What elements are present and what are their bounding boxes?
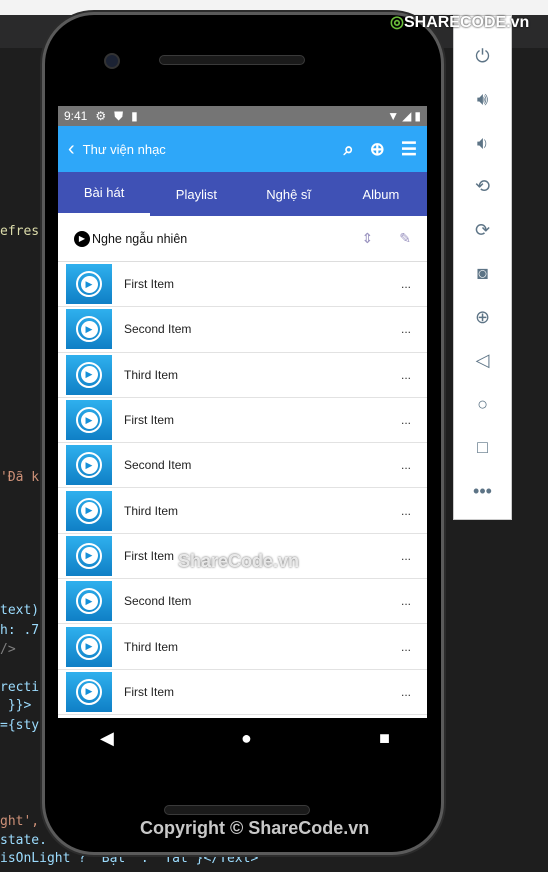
more-button[interactable]: ... [401, 413, 411, 427]
sd-card-icon: ▮ [131, 109, 138, 123]
list-item[interactable]: ▶ First Item... [58, 398, 427, 444]
more-button[interactable]: ... [401, 685, 411, 699]
app-screen: 9:41 ⚙ ⛊ ▮ ▼ ◢ ▮ ‹ Thư viện nhạc ⌕ ⊕ ☰ Bài… [58, 106, 427, 718]
music-thumbnail-icon: ▶ [66, 445, 112, 486]
item-name: First Item [124, 413, 174, 428]
speaker [159, 55, 305, 65]
camera-icon[interactable]: ◙ [477, 260, 488, 288]
edit-icon[interactable]: ✎ [399, 230, 411, 247]
settings-icon: ⚙ [95, 109, 107, 123]
home-icon[interactable]: ○ [477, 390, 488, 418]
watermark: ShareCode.vn [178, 551, 300, 571]
item-name: Second Item [124, 458, 192, 473]
more-button[interactable]: ... [401, 368, 411, 382]
code-line: text) [0, 603, 40, 618]
music-thumbnail-icon: ▶ [66, 581, 112, 622]
item-name: Third Item [124, 503, 179, 518]
more-button[interactable]: ... [401, 640, 411, 654]
tab-album[interactable]: Album [335, 172, 427, 216]
shuffle-row[interactable]: ▶ Nghe ngẫu nhiên ⇕ ✎ [58, 216, 427, 262]
more-button[interactable]: ... [401, 322, 411, 336]
code-line: /> [0, 642, 16, 657]
music-thumbnail-icon: ▶ [66, 535, 112, 576]
power-icon[interactable]: ⏻ [475, 42, 489, 70]
speaker-bottom [164, 805, 310, 815]
item-name: Second Item [124, 322, 192, 337]
code-line: efres [0, 224, 40, 239]
code-line: recti [0, 680, 40, 695]
menu-icon[interactable]: ☰ [401, 139, 417, 160]
music-thumbnail-icon: ▶ [66, 264, 112, 305]
volume-down-icon[interactable]: 🔉︎ [477, 129, 488, 157]
recents-nav-icon[interactable]: ■ [379, 728, 390, 749]
tab-bar: Bài hát Playlist Nghệ sĩ Album [58, 172, 427, 216]
list-item[interactable]: ▶ Third Item... [58, 353, 427, 398]
zoom-in-icon[interactable]: ⊕ [370, 139, 385, 160]
tab-songs[interactable]: Bài hát [58, 172, 151, 216]
music-thumbnail-icon: ▶ [66, 354, 112, 395]
overview-icon[interactable]: □ [477, 434, 488, 462]
back-icon[interactable]: ‹ [68, 138, 75, 161]
list-item[interactable]: ▶ Third Item... [58, 624, 427, 670]
item-name: First Item [124, 548, 174, 563]
signal-icon: ◢ [402, 109, 412, 123]
home-nav-icon[interactable]: ● [241, 728, 252, 749]
more-button[interactable]: ... [401, 504, 411, 518]
android-nav-bar: ◀ ● ■ [100, 728, 390, 749]
list-item[interactable]: ▶ First Item... [58, 670, 427, 715]
tab-artists[interactable]: Nghệ sĩ [243, 172, 335, 216]
status-time: 9:41 [64, 109, 88, 123]
music-thumbnail-icon: ▶ [66, 309, 112, 350]
item-name: Third Item [124, 367, 179, 382]
more-button[interactable]: ... [401, 458, 411, 472]
item-name: First Item [124, 277, 174, 292]
more-button[interactable]: ... [401, 277, 411, 291]
more-button[interactable]: ... [401, 594, 411, 608]
item-name: Third Item [124, 639, 179, 654]
code-line: ght', [0, 814, 40, 829]
status-bar: 9:41 ⚙ ⛊ ▮ ▼ ◢ ▮ [58, 106, 427, 126]
song-list: ▶ First Item... ▶ Second Item... ▶ Third Item… [58, 262, 427, 715]
shield-icon: ⛊ [114, 108, 124, 123]
sharecode-logo: ◎SHARECODE.vn [390, 14, 530, 31]
volume-up-icon[interactable]: 🔊︎ [477, 86, 488, 114]
wifi-icon: ▼ [387, 109, 400, 123]
music-thumbnail-icon: ▶ [66, 400, 112, 441]
list-item[interactable]: ▶ Second Item... [58, 307, 427, 353]
code-line: state. [0, 833, 47, 848]
code-line: h: .7 [0, 623, 40, 638]
code-line: ={sty [0, 718, 40, 733]
more-icon[interactable]: ••• [473, 477, 492, 505]
list-item[interactable]: ▶ Second Item... [58, 443, 427, 489]
code-line: }}> [0, 698, 32, 713]
search-icon[interactable]: ⌕ [344, 139, 354, 160]
list-item[interactable]: ▶ Second Item... [58, 579, 427, 625]
list-item[interactable]: ▶ First Item... [58, 262, 427, 308]
tab-playlist[interactable]: Playlist [150, 172, 242, 216]
music-thumbnail-icon: ▶ [66, 626, 112, 667]
back-icon[interactable]: ◁ [476, 347, 490, 375]
back-nav-icon[interactable]: ◀ [100, 728, 114, 749]
zoom-icon[interactable]: ⊕ [475, 303, 490, 331]
item-name: First Item [124, 684, 174, 699]
rotate-left-icon[interactable]: ⟲ [475, 173, 490, 201]
shuffle-label: Nghe ngẫu nhiên [92, 231, 188, 246]
emulator-toolbar: ⏻ 🔊︎ 🔉︎ ⟲ ⟳ ◙ ⊕ ◁ ○ □ ••• [453, 15, 512, 520]
music-thumbnail-icon: ▶ [66, 671, 112, 712]
page-title: Thư viện nhạc [82, 141, 166, 157]
camera [104, 53, 120, 69]
rotate-right-icon[interactable]: ⟳ [475, 216, 490, 244]
list-item[interactable]: ▶ Third Item... [58, 488, 427, 534]
copyright-watermark: Copyright © ShareCode.vn [140, 818, 370, 838]
item-name: Second Item [124, 594, 192, 609]
music-thumbnail-icon: ▶ [66, 490, 112, 531]
more-button[interactable]: ... [401, 549, 411, 563]
battery-icon: ▮ [414, 109, 421, 123]
play-circle-icon: ▶ [74, 230, 90, 247]
app-bar: ‹ Thư viện nhạc ⌕ ⊕ ☰ [58, 126, 427, 172]
sort-icon[interactable]: ⇕ [362, 230, 374, 247]
code-line: 'Đã k [0, 470, 40, 485]
